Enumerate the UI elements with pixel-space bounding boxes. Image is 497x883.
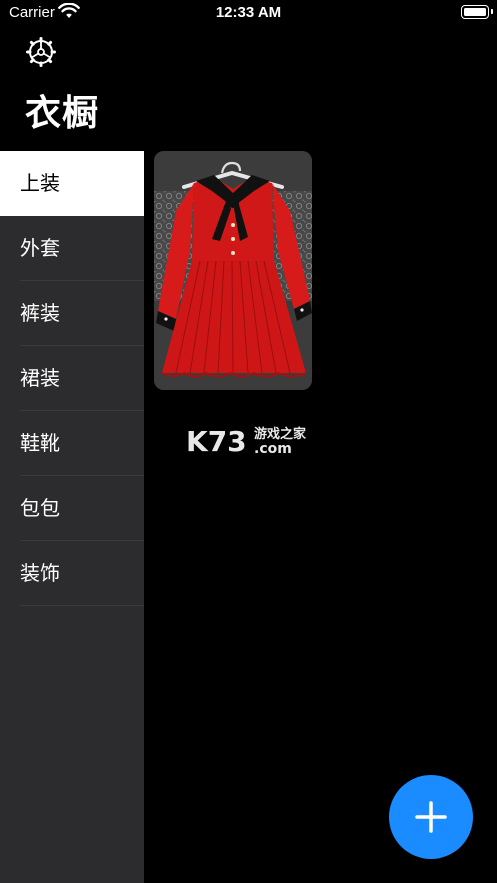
- sidebar-item-label: 包包: [20, 496, 60, 520]
- svg-text:K73: K73: [186, 425, 247, 458]
- sidebar-item-accessories[interactable]: 装饰: [0, 541, 144, 606]
- plus-icon: [415, 801, 447, 833]
- sidebar-item-shoes[interactable]: 鞋靴: [0, 411, 144, 476]
- sidebar-item-label: 裙装: [20, 366, 60, 390]
- sidebar-item-label: 裤装: [20, 301, 60, 325]
- page-title: 衣橱: [25, 93, 100, 134]
- sidebar-item-bags[interactable]: 包包: [0, 476, 144, 541]
- sidebar-item-label: 外套: [20, 236, 60, 260]
- category-sidebar: 上装 外套 裤装 裙装 鞋靴 包包 装饰: [0, 151, 144, 883]
- gear-icon: [26, 37, 56, 67]
- sidebar-item-label: 鞋靴: [20, 431, 60, 455]
- sidebar-item-tops[interactable]: 上装: [0, 151, 144, 216]
- status-bar: Carrier 12:33 AM: [0, 0, 497, 26]
- sidebar-item-outerwear[interactable]: 外套: [0, 216, 144, 281]
- battery-icon: [461, 5, 493, 19]
- dress-image: [154, 151, 312, 390]
- sidebar-item-pants[interactable]: 裤装: [0, 281, 144, 346]
- sidebar-item-label: 上装: [20, 171, 60, 195]
- clothing-item-card[interactable]: [154, 151, 312, 390]
- add-item-button[interactable]: [389, 775, 473, 859]
- svg-text:.com: .com: [254, 441, 292, 457]
- svg-text:游戏之家: 游戏之家: [254, 426, 307, 442]
- clock: 12:33 AM: [215, 4, 282, 21]
- sidebar-item-skirts[interactable]: 裙装: [0, 346, 144, 411]
- settings-button[interactable]: [25, 36, 57, 68]
- sidebar-item-label: 装饰: [20, 561, 60, 585]
- k73-watermark-logo: K73 游戏之家 .com: [186, 424, 316, 458]
